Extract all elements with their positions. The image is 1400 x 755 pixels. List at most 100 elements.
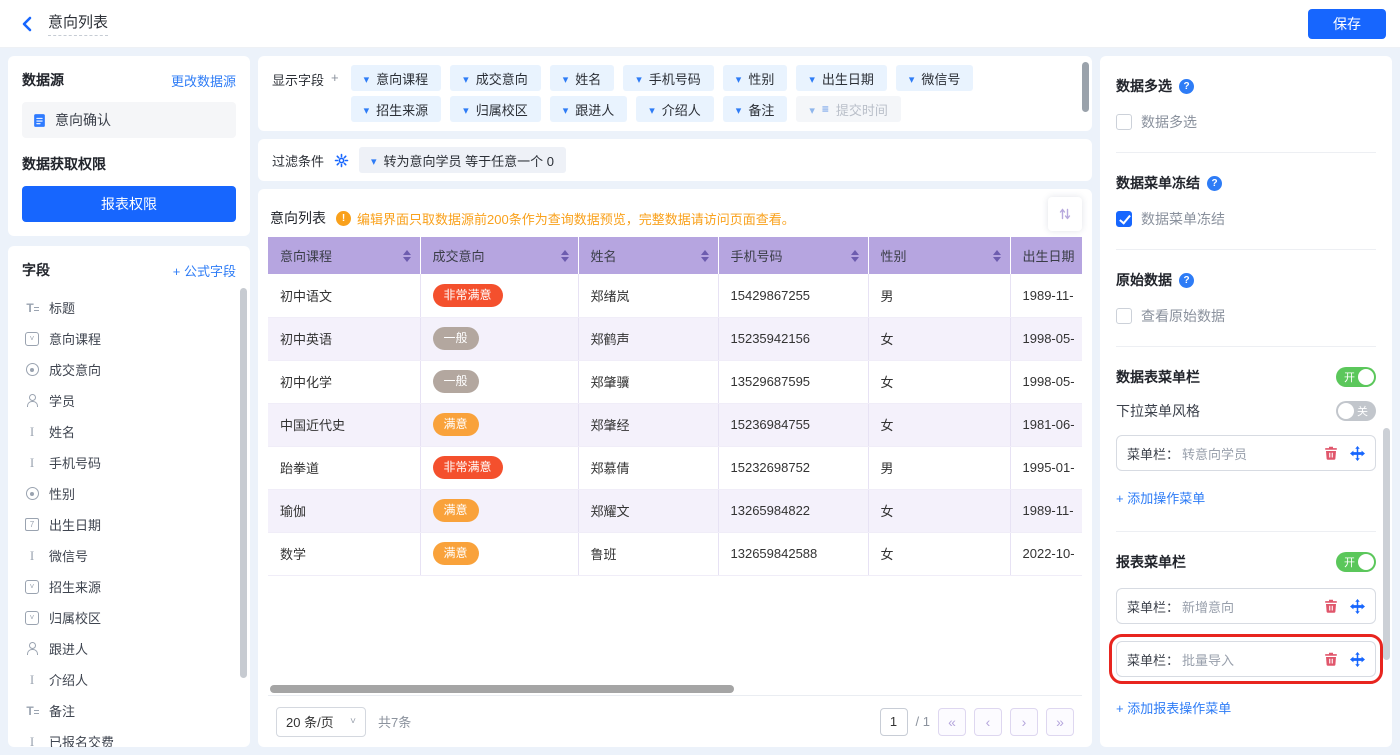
help-icon[interactable]: ? bbox=[1179, 79, 1194, 94]
menu-item-name[interactable]: 批量导入 bbox=[1182, 650, 1324, 669]
field-item[interactable]: 备注 bbox=[22, 695, 236, 726]
menu-bar-item[interactable]: 菜单栏： 转意向学员 bbox=[1116, 435, 1376, 471]
column-sort-icon[interactable] bbox=[561, 250, 569, 262]
current-page-box[interactable]: 1 bbox=[880, 708, 908, 736]
table-row[interactable]: 初中英语 一般 郑鹤声 15235942156 女 1998-05- bbox=[268, 317, 1082, 360]
field-item[interactable]: 归属校区 bbox=[22, 602, 236, 633]
cell-satisfaction: 非常满意 bbox=[420, 446, 578, 489]
display-field-tag[interactable]: 招生来源 bbox=[351, 96, 442, 122]
table-row[interactable]: 初中化学 一般 郑肇骥 13529687595 女 1998-05- bbox=[268, 360, 1082, 403]
field-item[interactable]: 姓名 bbox=[22, 416, 236, 447]
field-item[interactable]: 跟进人 bbox=[22, 633, 236, 664]
satisfaction-badge: 非常满意 bbox=[433, 456, 503, 479]
menu-bar-item[interactable]: 菜单栏： 新增意向 bbox=[1116, 588, 1376, 624]
column-sort-icon[interactable] bbox=[403, 250, 411, 262]
first-page-button[interactable]: « bbox=[938, 708, 966, 736]
field-item[interactable]: 意向课程 bbox=[22, 323, 236, 354]
field-label: 手机号码 bbox=[49, 453, 101, 472]
table-row[interactable]: 中国近代史 满意 郑肇经 15236984755 女 1981-06- bbox=[268, 403, 1082, 446]
field-item[interactable]: 已报名交费 bbox=[22, 726, 236, 747]
display-field-tag[interactable]: 归属校区 bbox=[450, 96, 541, 122]
multi-select-checkbox[interactable]: 数据多选 bbox=[1116, 112, 1376, 132]
column-header[interactable]: 手机号码 bbox=[718, 237, 868, 274]
add-formula-field-link[interactable]: + 公式字段 bbox=[173, 261, 236, 280]
menu-freeze-checkbox[interactable]: 数据菜单冻结 bbox=[1116, 209, 1376, 229]
display-field-tag[interactable]: 备注 bbox=[723, 96, 788, 122]
move-icon[interactable] bbox=[1350, 446, 1365, 461]
change-datasource-link[interactable]: 更改数据源 bbox=[171, 71, 236, 90]
gear-icon[interactable] bbox=[334, 153, 349, 168]
horizontal-scrollbar bbox=[268, 683, 1082, 695]
field-item[interactable]: 学员 bbox=[22, 385, 236, 416]
table-card: 意向列表 ! 编辑界面只取数据源前200条作为查询数据预览，完整数据请访问页面查… bbox=[258, 189, 1092, 747]
raw-data-checkbox[interactable]: 查看原始数据 bbox=[1116, 306, 1376, 326]
display-field-tag[interactable]: 出生日期 bbox=[796, 65, 887, 91]
help-icon[interactable]: ? bbox=[1207, 176, 1222, 191]
sort-order-button[interactable] bbox=[1048, 197, 1082, 231]
move-icon[interactable] bbox=[1350, 599, 1365, 614]
display-field-tag-disabled[interactable]: ≡ 提交时间 bbox=[796, 96, 901, 122]
report-menu-toggle[interactable]: 开 bbox=[1336, 552, 1376, 572]
add-action-menu-link[interactable]: + 添加操作菜单 bbox=[1116, 488, 1376, 507]
help-icon[interactable]: ? bbox=[1179, 273, 1194, 288]
display-field-tag[interactable]: 姓名 bbox=[550, 65, 615, 91]
table-row[interactable]: 瑜伽 满意 郑耀文 13265984822 女 1989-11- bbox=[268, 489, 1082, 532]
menu-item-name[interactable]: 转意向学员 bbox=[1182, 444, 1324, 463]
add-display-field-button[interactable]: + bbox=[331, 70, 339, 122]
table-menu-toggle[interactable]: 开 bbox=[1336, 367, 1376, 387]
column-header[interactable]: 成交意向 bbox=[420, 237, 578, 274]
tags-scrollbar-thumb[interactable] bbox=[1082, 62, 1089, 112]
horizontal-scrollbar-thumb[interactable] bbox=[270, 685, 734, 693]
cell-birth: 1998-05- bbox=[1010, 317, 1082, 360]
display-field-tag[interactable]: 跟进人 bbox=[550, 96, 628, 122]
column-header[interactable]: 意向课程 bbox=[268, 237, 420, 274]
move-icon[interactable] bbox=[1350, 652, 1365, 667]
table-row[interactable]: 初中语文 非常满意 郑绪岚 15429867255 男 1989-11- bbox=[268, 274, 1082, 317]
field-item[interactable]: 招生来源 bbox=[22, 571, 236, 602]
menu-bar-item[interactable]: 菜单栏： 批量导入 bbox=[1116, 641, 1376, 677]
page-size-select[interactable]: 20 条/页 ˅ bbox=[276, 707, 366, 737]
display-field-tag[interactable]: 手机号码 bbox=[623, 65, 714, 91]
menu-item-name[interactable]: 新增意向 bbox=[1182, 597, 1324, 616]
cell-name: 郑肇骥 bbox=[578, 360, 718, 403]
field-item[interactable]: 成交意向 bbox=[22, 354, 236, 385]
field-item[interactable]: 出生日期 bbox=[22, 509, 236, 540]
prev-page-button[interactable]: ‹ bbox=[974, 708, 1002, 736]
last-page-button[interactable]: » bbox=[1046, 708, 1074, 736]
fields-scrollbar-thumb[interactable] bbox=[240, 288, 247, 678]
datasource-item[interactable]: 意向确认 bbox=[22, 102, 236, 138]
column-header[interactable]: 出生日期 bbox=[1010, 237, 1082, 274]
column-sort-icon[interactable] bbox=[851, 250, 859, 262]
display-field-tag[interactable]: 成交意向 bbox=[450, 65, 541, 91]
preview-table: 意向课程 成交意向 bbox=[268, 237, 1082, 576]
delete-icon[interactable] bbox=[1324, 652, 1338, 666]
report-permission-button[interactable]: 报表权限 bbox=[22, 186, 236, 222]
column-header[interactable]: 性别 bbox=[868, 237, 1010, 274]
field-item[interactable]: 介绍人 bbox=[22, 664, 236, 695]
caret-down-icon bbox=[909, 71, 915, 86]
table-row[interactable]: 数学 满意 鲁班 132659842588 女 2022-10- bbox=[268, 532, 1082, 575]
save-button[interactable]: 保存 bbox=[1308, 9, 1386, 39]
field-item[interactable]: 性别 bbox=[22, 478, 236, 509]
field-item[interactable]: 手机号码 bbox=[22, 447, 236, 478]
display-field-tag[interactable]: 性别 bbox=[723, 65, 788, 91]
display-field-tag[interactable]: 介绍人 bbox=[636, 96, 714, 122]
display-field-tag[interactable]: 微信号 bbox=[896, 65, 974, 91]
caret-down-icon bbox=[649, 102, 655, 117]
field-item[interactable]: 标题 bbox=[22, 292, 236, 323]
add-report-action-menu-link[interactable]: + 添加报表操作菜单 bbox=[1116, 698, 1376, 717]
column-sort-icon[interactable] bbox=[701, 250, 709, 262]
settings-scrollbar-thumb[interactable] bbox=[1383, 428, 1390, 660]
dropdown-style-toggle[interactable]: 关 bbox=[1336, 401, 1376, 421]
back-button[interactable] bbox=[20, 16, 34, 32]
delete-icon[interactable] bbox=[1324, 599, 1338, 613]
field-label: 微信号 bbox=[49, 546, 88, 565]
field-item[interactable]: 微信号 bbox=[22, 540, 236, 571]
delete-icon[interactable] bbox=[1324, 446, 1338, 460]
column-header[interactable]: 姓名 bbox=[578, 237, 718, 274]
column-sort-icon[interactable] bbox=[993, 250, 1001, 262]
next-page-button[interactable]: › bbox=[1010, 708, 1038, 736]
table-row[interactable]: 跆拳道 非常满意 郑慕倩 15232698752 男 1995-01- bbox=[268, 446, 1082, 489]
filter-condition-chip[interactable]: 转为意向学员 等于任意一个 0 bbox=[359, 147, 566, 173]
display-field-tag[interactable]: 意向课程 bbox=[351, 65, 442, 91]
